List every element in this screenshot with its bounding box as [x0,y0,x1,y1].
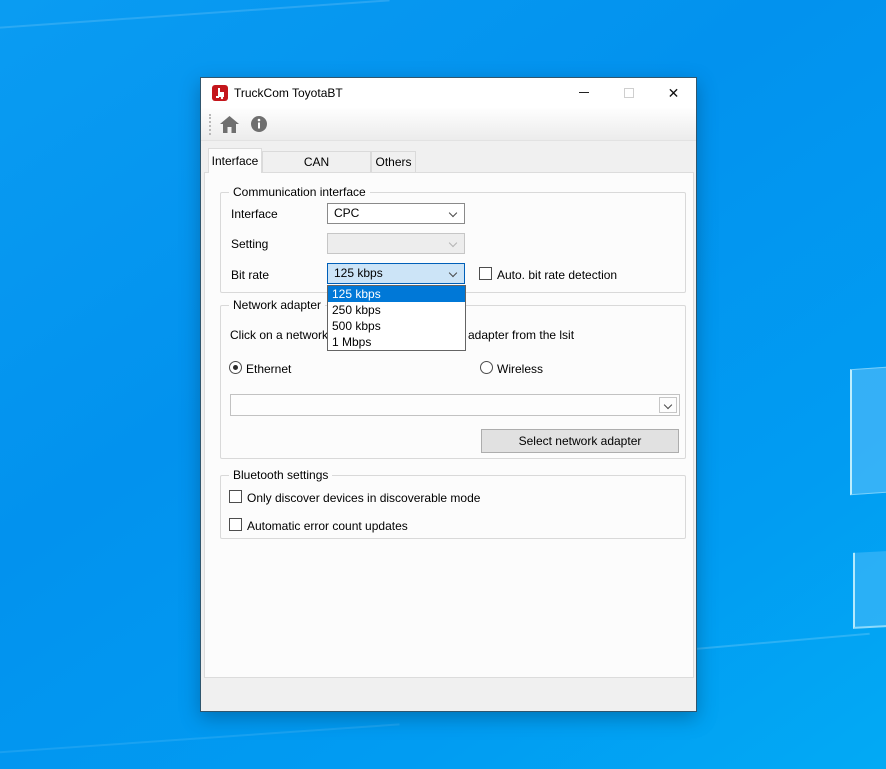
dropdown-option[interactable]: 500 kbps [328,318,465,334]
close-icon: ✕ [668,86,680,100]
wireless-radio[interactable] [480,361,493,374]
auto-bit-rate-label: Auto. bit rate detection [497,268,617,282]
home-icon [220,116,239,133]
ethernet-radio[interactable] [229,361,242,374]
tab-can-communication[interactable]: CAN Communication [262,151,371,173]
chevron-down-icon [449,239,457,247]
network-hint-right: adapter from the lsit [468,328,574,342]
bit-rate-label: Bit rate [231,268,269,282]
dropdown-option[interactable]: 1 Mbps [328,334,465,350]
dropdown-option[interactable]: 250 kbps [328,302,465,318]
desktop-wallpaper: TruckCom ToyotaBT ✕ [0,0,886,769]
close-button[interactable]: ✕ [651,78,696,107]
title-bar[interactable]: TruckCom ToyotaBT ✕ [201,78,696,108]
toolbar-grip[interactable] [209,114,211,135]
discoverable-mode-label: Only discover devices in discoverable mo… [247,491,480,505]
tab-interface[interactable]: Interface [208,148,262,173]
bit-rate-dropdown-list: 125 kbps 250 kbps 500 kbps 1 Mbps [327,285,466,351]
wallpaper-light-beam [0,0,390,31]
auto-error-count-label: Automatic error count updates [247,519,408,533]
forklift-app-icon [212,85,228,101]
network-hint-left: Click on a network i [230,328,334,342]
setting-combobox [327,233,465,254]
app-window: TruckCom ToyotaBT ✕ [200,77,697,712]
ethernet-label: Ethernet [246,362,291,376]
group-legend: Bluetooth settings [229,468,332,482]
home-button[interactable] [216,111,242,137]
radio-dot [233,365,238,370]
interface-combobox[interactable]: CPC [327,203,465,224]
combo-dropdown-button[interactable] [659,397,677,413]
maximize-icon [624,88,634,98]
window-title: TruckCom ToyotaBT [234,78,343,108]
wallpaper-window-pane [853,551,886,629]
chevron-down-icon [664,401,672,409]
info-icon [251,116,267,132]
setting-label: Setting [231,237,268,251]
auto-bit-rate-checkbox[interactable] [479,267,492,280]
discoverable-mode-checkbox[interactable] [229,490,242,503]
select-network-adapter-button[interactable]: Select network adapter [481,429,679,453]
maximize-button[interactable] [606,78,651,107]
chevron-down-icon [449,269,457,277]
wireless-label: Wireless [497,362,543,376]
auto-error-count-checkbox[interactable] [229,518,242,531]
chevron-down-icon [449,209,457,217]
minimize-button[interactable] [561,78,606,107]
toolbar [201,108,696,141]
tab-others[interactable]: Others [371,151,416,173]
wallpaper-light-beam [0,723,400,754]
network-adapter-combobox[interactable] [230,394,680,416]
group-legend: Network adapter [229,298,325,312]
wallpaper-light-beam [680,633,869,652]
interface-combobox-value: CPC [334,206,359,220]
interface-label: Interface [231,207,278,221]
minimize-icon [579,92,589,93]
bit-rate-combobox[interactable]: 125 kbps [327,263,465,284]
group-legend: Communication interface [229,185,370,199]
info-button[interactable] [246,111,272,137]
dropdown-option[interactable]: 125 kbps [328,286,465,302]
wallpaper-window-pane [850,367,886,496]
bit-rate-combobox-value: 125 kbps [334,266,383,280]
tab-page-interface: Communication interface Interface CPC Se… [204,172,694,678]
